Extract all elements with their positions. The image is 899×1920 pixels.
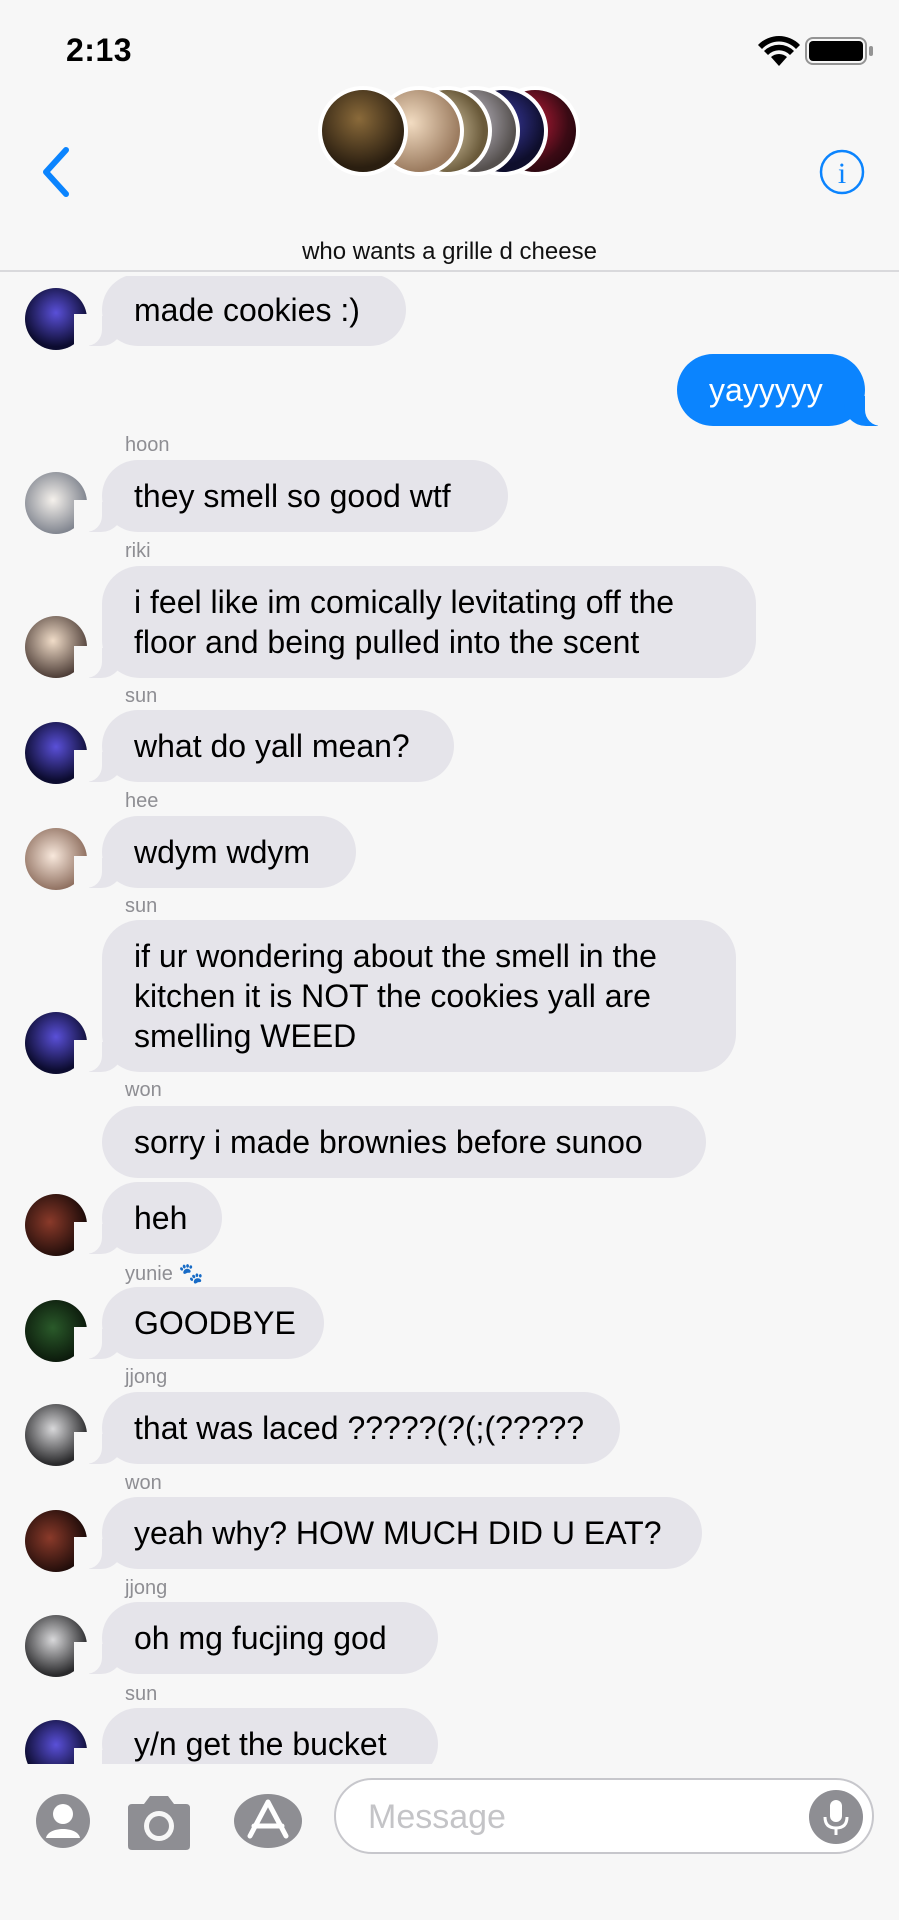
message-list[interactable]: made cookies :) yayyyyy hoon they smell … — [0, 276, 899, 1764]
wifi-icon — [758, 36, 800, 66]
sender-name: jjong — [125, 1577, 168, 1599]
message-text: y/n get the bucket — [134, 1726, 387, 1762]
sender-name-text: yunie — [125, 1263, 173, 1285]
status-bar: 2:13 — [0, 0, 899, 100]
group-avatar — [318, 86, 408, 176]
message-text-line: floor and being pulled into the scent — [134, 624, 640, 660]
message-bubble[interactable]: GOODBYE — [74, 1287, 324, 1359]
sender-name: hoon — [125, 434, 170, 456]
message-bubble[interactable]: what do yall mean? — [74, 710, 454, 782]
app-store-icon[interactable] — [232, 1792, 304, 1850]
sender-name: sun — [125, 1683, 158, 1705]
message-text-line: kitchen it is NOT the cookies yall are — [134, 978, 651, 1014]
message-bubble[interactable]: that was laced ?????(?(;(????? — [74, 1392, 620, 1464]
message-bubble[interactable]: made cookies :) — [74, 276, 406, 346]
back-chevron-icon[interactable] — [36, 146, 76, 198]
sender-name: won — [125, 1079, 162, 1101]
battery-icon — [805, 37, 873, 65]
svg-text:i: i — [838, 157, 846, 190]
sender-name: won — [125, 1472, 162, 1494]
message-bubble[interactable]: heh — [74, 1182, 222, 1254]
group-name[interactable]: who wants a grille d cheese — [0, 238, 899, 266]
message-text: oh mg fucjing god — [134, 1620, 387, 1656]
message-bubble[interactable]: sorry i made brownies before sunoo — [102, 1106, 706, 1178]
message-text-line: smelling WEED — [134, 1018, 357, 1054]
microphone-icon[interactable] — [808, 1789, 864, 1845]
message-bubble[interactable]: i feel like im comically levitating off … — [74, 566, 756, 678]
message-text: wdym wdym — [134, 834, 311, 870]
message-bubble[interactable]: they smell so good wtf — [74, 460, 508, 532]
group-avatars[interactable] — [318, 86, 580, 176]
sender-name: sun — [125, 895, 158, 917]
message-text: made cookies :) — [134, 292, 360, 328]
message-text: GOODBYE — [134, 1305, 296, 1341]
message-text: that was laced ?????(?(;(????? — [134, 1410, 585, 1446]
sender-name: riki — [125, 540, 151, 562]
info-icon[interactable]: i — [818, 148, 866, 196]
message-input-placeholder: Message — [368, 1798, 506, 1836]
message-bubble[interactable]: y/n get the bucket — [74, 1708, 438, 1764]
message-text: they smell so good wtf — [134, 478, 451, 514]
compose-bar: Message — [0, 1764, 899, 1920]
message-input[interactable]: Message — [334, 1778, 874, 1854]
message-text: sorry i made brownies before sunoo — [134, 1124, 643, 1160]
sender-name: sun — [125, 685, 158, 707]
message-text-line: if ur wondering about the smell in the — [134, 938, 657, 974]
sender-name: jjong — [125, 1366, 168, 1388]
message-bubble[interactable]: if ur wondering about the smell in the k… — [74, 920, 736, 1072]
paw-emoji: 🐾 — [178, 1263, 204, 1285]
sender-name: yunie 🐾 — [125, 1261, 204, 1286]
message-text: yeah why? HOW MUCH DID U EAT? — [134, 1515, 662, 1551]
message-text: heh — [134, 1200, 188, 1236]
sender-name: hee — [125, 790, 159, 812]
message-text: what do yall mean? — [134, 728, 410, 764]
person-icon[interactable] — [34, 1792, 92, 1850]
conversation-header: 2:13 i who wants a grille d cheese — [0, 0, 899, 272]
message-text-line: i feel like im comically levitating off … — [134, 584, 675, 620]
message-bubble[interactable]: yeah why? HOW MUCH DID U EAT? — [74, 1497, 702, 1569]
camera-icon[interactable] — [124, 1792, 194, 1852]
message-bubble-outgoing[interactable]: yayyyyy — [677, 354, 893, 426]
message-text: yayyyyy — [709, 372, 823, 408]
message-bubble[interactable]: wdym wdym — [74, 816, 356, 888]
status-time: 2:13 — [66, 32, 133, 68]
message-bubble[interactable]: oh mg fucjing god — [74, 1602, 438, 1674]
